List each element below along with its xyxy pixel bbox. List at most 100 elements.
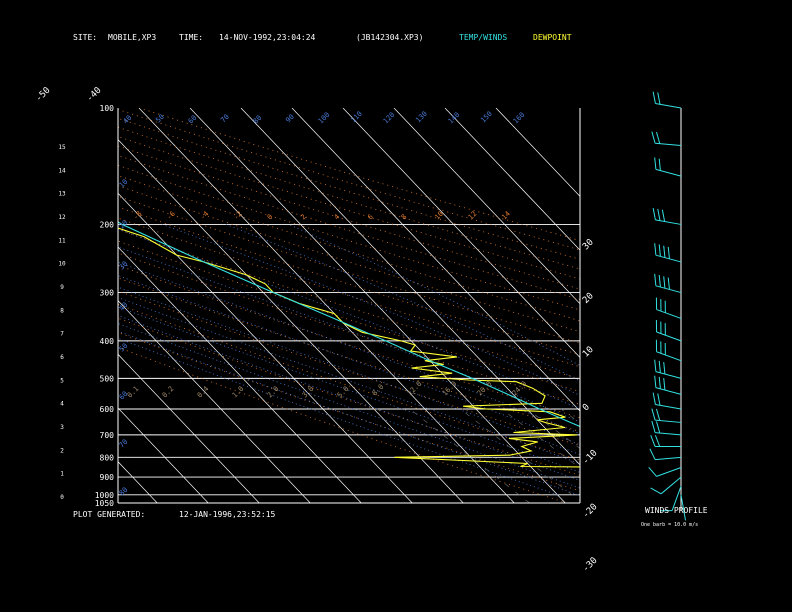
wind-barb <box>650 435 681 447</box>
theta-e-label: 130 <box>414 110 429 125</box>
dry-adiabat <box>118 303 580 461</box>
mixing-ratio-line <box>594 409 725 503</box>
wind-barb-shaft <box>655 254 682 263</box>
theta-e-left-label: 30 <box>118 260 130 272</box>
potential-temp-label: 6 <box>366 213 375 222</box>
theta-e-label: 100 <box>317 111 332 126</box>
wind-barb-flag <box>658 275 661 288</box>
wind-barb <box>655 339 682 362</box>
potential-temp-label: 8 <box>400 213 409 222</box>
isotherm-line <box>118 300 311 503</box>
wind-barb-shaft <box>655 168 682 177</box>
mixing-ratio-label: 0.1 <box>126 385 141 400</box>
plot-generated-value: 12-JAN-1996,23:52:15 <box>179 510 276 519</box>
height-label: 4 <box>60 401 64 408</box>
isotherm-line <box>118 139 464 503</box>
wind-barb-flag <box>649 448 656 460</box>
pressure-label: 900 <box>100 473 115 482</box>
plot-generated-label: PLOT GENERATED: <box>73 510 146 519</box>
height-label: 11 <box>58 237 66 244</box>
wind-barb-flag <box>652 91 656 104</box>
mixing-ratio-label: 8.0 <box>371 383 386 398</box>
pressure-label: 100 <box>100 104 115 113</box>
pressure-label: 300 <box>100 289 115 298</box>
mixing-ratio-label: 20.0 <box>476 380 494 398</box>
wind-barb <box>648 466 682 477</box>
wind-barb-flag <box>661 209 666 222</box>
moist-adiabat <box>225 224 580 382</box>
wind-barb-flag <box>657 393 661 406</box>
isotherm-line <box>444 108 580 251</box>
wind-barb-shaft <box>655 432 682 436</box>
wind-barb <box>652 208 682 225</box>
potential-temp-label: -8 <box>132 210 144 222</box>
isotherm-line <box>291 108 580 412</box>
wind-barb-flag <box>657 92 661 105</box>
height-label: 2 <box>60 447 64 454</box>
wind-barb-flag <box>654 273 657 286</box>
isotherm-line <box>118 461 158 503</box>
wind-barb-flag <box>652 392 656 405</box>
isotherm-line <box>495 108 580 197</box>
wind-barb-flag <box>667 277 670 290</box>
theta-e-left-label: 50 <box>118 342 130 354</box>
mixing-ratio-label: 24.0 <box>511 380 529 398</box>
wind-barb-flag <box>658 244 661 257</box>
potential-temp-label: 4 <box>333 213 342 222</box>
wind-barb-shaft <box>655 285 682 294</box>
isotherm-line <box>0 108 106 503</box>
wind-barb <box>651 131 682 146</box>
wind-barb-flag <box>663 378 666 391</box>
potential-temp-label: -6 <box>165 210 177 222</box>
pressure-label: 200 <box>100 220 115 229</box>
wind-barb-flag <box>663 245 666 258</box>
wind-barb <box>654 243 682 263</box>
wind-barb-shaft <box>655 102 682 109</box>
wind-barb-flag <box>658 360 661 373</box>
wind-barb <box>654 375 682 395</box>
pressure-label: 400 <box>100 337 115 346</box>
wind-barb-flag <box>654 359 657 372</box>
right-temp-label: 20 <box>581 291 596 306</box>
dewpoint-line <box>118 227 580 468</box>
wind-barb-flag <box>663 362 666 375</box>
theta-e-left-label: 80 <box>118 486 130 498</box>
dry-adiabat <box>118 117 580 260</box>
theta-e-label: 160 <box>512 111 527 126</box>
height-label: 6 <box>60 354 64 361</box>
moist-adiabat <box>288 224 580 366</box>
wind-barb-flag <box>650 487 662 495</box>
wind-barb <box>655 297 682 319</box>
height-label: 5 <box>60 377 64 384</box>
theta-e-label: 60 <box>187 114 199 126</box>
mixing-ratio-line <box>645 409 779 503</box>
wind-barb <box>650 476 682 495</box>
dry-adiabat <box>118 317 580 476</box>
theta-e-label: 90 <box>284 113 296 125</box>
wind-barb-flag <box>654 435 661 447</box>
potential-temp-label: 14 <box>500 210 512 222</box>
height-label: 3 <box>60 424 64 431</box>
height-label: 8 <box>60 307 64 314</box>
right-temp-label: 0 <box>581 402 592 413</box>
isotherm-line <box>240 108 580 466</box>
wind-barb-shaft <box>655 419 682 423</box>
moist-adiabat <box>162 224 580 396</box>
dry-adiabat <box>118 109 580 251</box>
wind-barb-flag <box>654 375 657 388</box>
theta-e-label: 150 <box>479 110 494 125</box>
dry-adiabat <box>118 126 580 270</box>
mixing-ratio-label: 16.0 <box>441 380 459 398</box>
height-label: 12 <box>58 214 66 221</box>
moist-adiabat <box>118 246 580 423</box>
mixing-ratio-label: 0.2 <box>161 385 176 400</box>
isotherm-line <box>118 407 209 503</box>
right-temp-label: -20 <box>581 502 600 521</box>
wind-barb-shaft <box>655 456 682 461</box>
theta-e-left-label: 70 <box>118 438 130 450</box>
mixing-ratio-label: 1.0 <box>231 385 246 400</box>
right-temp-label: 30 <box>581 237 596 252</box>
height-label: 9 <box>60 284 64 291</box>
pressure-label: 600 <box>100 405 115 414</box>
wind-barb-flag <box>651 408 656 421</box>
